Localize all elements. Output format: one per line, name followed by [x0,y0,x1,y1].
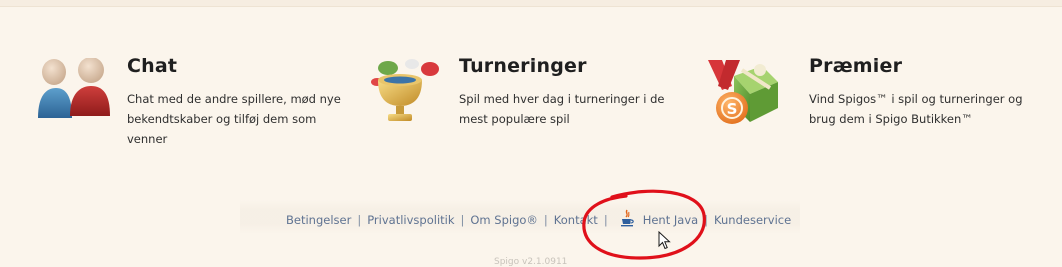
footer-separator: | [460,213,465,227]
footer-link-hent-java[interactable]: Hent Java [643,213,698,227]
footer-link-kontakt[interactable]: Kontakt [554,213,598,227]
feature-praemier: Præmier Vind Spigos™ i spil og turnering… [809,55,1024,129]
footer-links: Betingelser | Privatlivspolitik | Om Spigo® |… [286,209,791,227]
prize-gift-medal-icon: S [708,60,778,124]
footer-separator: | [603,213,608,227]
mouse-cursor-icon [658,231,671,250]
footer-link-kundeservice[interactable]: Kundeservice [714,213,791,227]
footer-link-om-spigo[interactable]: Om Spigo® [470,213,538,227]
feature-title: Præmier [809,55,903,77]
feature-description: Chat med de andre spillere, mød nye beke… [127,92,341,146]
feature-description: Vind Spigos™ i spil og turneringer og br… [809,92,1023,126]
chat-people-icon [38,58,110,118]
feature-title: Chat [127,55,178,77]
feature-title: Turneringer [459,55,587,77]
feature-turneringer: Turneringer Spil med hver dag i turnerin… [459,55,674,129]
top-divider [0,0,1062,7]
version-text: Spigo v2.1.0911 [494,257,568,267]
feature-description: Spil med hver dag i turneringer i de mes… [459,92,665,126]
footer-separator: | [704,213,709,227]
footer-separator: | [357,213,362,227]
footer-link-privatlivspolitik[interactable]: Privatlivspolitik [367,213,454,227]
feature-chat: Chat Chat med de andre spillere, mød nye… [127,55,342,149]
footer-separator: | [543,213,548,227]
footer-link-betingelser[interactable]: Betingelser [286,213,351,227]
trophy-icon [371,59,439,121]
java-cup-icon[interactable] [620,209,634,227]
svg-text:S: S [727,100,738,118]
